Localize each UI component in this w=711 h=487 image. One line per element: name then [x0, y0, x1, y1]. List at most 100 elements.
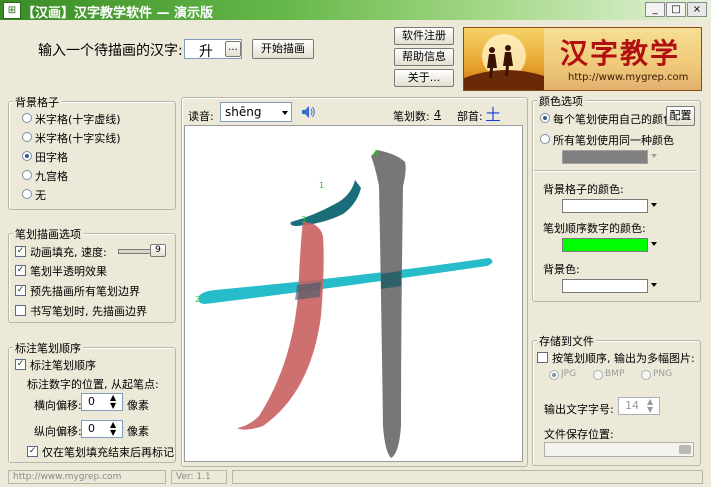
app-icon: ⊞: [3, 2, 21, 19]
grid-option-label: 米字格(十字实线): [35, 132, 121, 145]
reading-dropdown[interactable]: shēng: [220, 102, 292, 122]
same-color-swatch[interactable]: [562, 150, 648, 164]
grid-option-label: 田字格: [35, 151, 68, 164]
mark-position-label: 标注数字的位置, 从起笔点:: [27, 378, 159, 391]
semi-transparent-label: 笔划半透明效果: [30, 265, 107, 278]
spinner-arrows-icon[interactable]: ▲ ▼: [110, 394, 116, 410]
stroke-count-label: 笔划数:: [393, 110, 430, 123]
status-website: http://www.mygrep.com: [8, 470, 166, 484]
draw-border-first-label: 书写笔划时, 先描画边界: [30, 305, 147, 318]
reading-label: 读音:: [188, 110, 214, 123]
each-stroke-color-label: 每个笔划使用自己的颜色: [553, 113, 674, 126]
v-offset-value: 0: [88, 422, 95, 435]
bg-color-label: 背景色:: [543, 263, 580, 276]
v-offset-spinner[interactable]: 0 ▲ ▼: [81, 420, 123, 438]
stroke-2: [198, 258, 493, 304]
grid-option-radio[interactable]: [22, 151, 32, 161]
grid-option-label: 九宫格: [35, 170, 68, 183]
window-title: 【汉画】汉字教学软件 — 演示版: [22, 6, 214, 21]
multi-image-checkbox[interactable]: [537, 352, 548, 363]
character-strokes: 1 2 3 4: [195, 149, 493, 458]
v-offset-label: 纵向偏移:: [34, 425, 82, 438]
browse-button[interactable]: ...: [225, 41, 241, 57]
register-button[interactable]: 软件注册: [394, 27, 454, 45]
about-button[interactable]: 关于...: [394, 69, 454, 87]
char-input-label: 输入一个待描画的汉字:: [38, 43, 183, 59]
speed-value[interactable]: 9: [150, 244, 166, 257]
anim-fill-label: 动画填充, 速度:: [30, 246, 107, 259]
maximize-button[interactable]: □: [666, 2, 686, 17]
draw-border-first-checkbox[interactable]: [15, 305, 26, 316]
char-input-value: 升: [199, 44, 213, 60]
format-png-label: PNG: [653, 369, 673, 379]
grid-option-radio[interactable]: [22, 132, 32, 142]
divider: [534, 170, 697, 172]
format-png-radio[interactable]: [641, 370, 651, 380]
minimize-button[interactable]: _: [645, 2, 665, 17]
logo-banner: 汉字教学 http://www.mygrep.com: [463, 27, 702, 91]
logo-url: http://www.mygrep.com: [568, 72, 689, 83]
title-bar[interactable]: ⊞ 【汉画】汉字教学软件 — 演示版 _ □ ×: [0, 0, 711, 21]
grid-color-label: 背景格子的颜色:: [543, 183, 624, 196]
chevron-down-icon[interactable]: [651, 242, 657, 246]
bg-color-swatch[interactable]: [562, 279, 648, 293]
spinner-arrows-icon[interactable]: ▲ ▼: [110, 421, 116, 437]
chevron-down-icon[interactable]: [651, 154, 657, 158]
config-button[interactable]: 配置: [666, 106, 695, 126]
mark-after-fill-label: 仅在笔划填充结束后再标记: [42, 446, 174, 459]
color-options-title: 颜色选项: [537, 93, 585, 109]
stroke-3: [237, 222, 324, 430]
each-stroke-color-radio[interactable]: [540, 113, 550, 123]
grid-option-radio[interactable]: [22, 189, 32, 199]
grid-option-radio[interactable]: [22, 113, 32, 123]
font-size-label: 输出文字字号:: [544, 403, 614, 416]
stroke-number-3: 3: [301, 215, 306, 224]
h-offset-spinner[interactable]: 0 ▲ ▼: [81, 393, 123, 411]
grid-option-label: 无: [35, 189, 46, 202]
multi-image-label: 按笔划顺序, 输出为多幅图片:: [552, 352, 695, 365]
folder-icon[interactable]: [679, 445, 691, 454]
stroke-count-value: 4: [434, 108, 441, 121]
font-size-spinner[interactable]: 14 ▲ ▼: [618, 397, 660, 415]
stroke-overlap: [381, 271, 401, 289]
speaker-icon[interactable]: [300, 104, 316, 120]
reading-value: shēng: [225, 105, 262, 119]
same-color-radio[interactable]: [540, 134, 550, 144]
h-offset-unit: 像素: [127, 399, 149, 412]
radical-value: 十: [486, 107, 500, 123]
chevron-down-icon[interactable]: [651, 283, 657, 287]
chevron-down-icon: [282, 111, 288, 115]
status-version: Ver: 1.1: [171, 470, 227, 484]
stroke-number-1: 1: [319, 181, 324, 190]
logo-title: 汉字教学: [560, 37, 681, 70]
close-button[interactable]: ×: [687, 2, 707, 17]
format-jpg-radio[interactable]: [549, 370, 559, 380]
grid-option-radio[interactable]: [22, 170, 32, 180]
radical-label: 部首:: [457, 110, 483, 123]
char-input[interactable]: 升 ...: [184, 39, 242, 60]
format-jpg-label: JPG: [561, 369, 577, 379]
start-draw-button[interactable]: 开始描画: [252, 39, 314, 59]
spinner-arrows-icon[interactable]: ▲ ▼: [647, 398, 653, 414]
stroke-number-2: 2: [195, 295, 200, 304]
anim-fill-checkbox[interactable]: ✓: [15, 246, 26, 257]
help-button[interactable]: 帮助信息: [394, 48, 454, 66]
predraw-border-checkbox[interactable]: ✓: [15, 285, 26, 296]
h-offset-value: 0: [88, 395, 95, 408]
save-path-input[interactable]: [544, 442, 694, 457]
h-offset-label: 横向偏移:: [34, 399, 82, 412]
save-to-file-title: 存储到文件: [537, 333, 596, 349]
background-grid-title: 背景格子: [13, 94, 61, 110]
order-color-swatch[interactable]: [562, 238, 648, 252]
font-size-value: 14: [625, 399, 639, 412]
chevron-down-icon[interactable]: [651, 203, 657, 207]
order-color-label: 笔划顺序数字的颜色:: [543, 222, 646, 235]
mark-order-checkbox[interactable]: ✓: [15, 359, 26, 370]
stroke-order-title: 标注笔划顺序: [13, 340, 83, 356]
same-color-label: 所有笔划使用同一种颜色: [553, 134, 674, 147]
semi-transparent-checkbox[interactable]: ✓: [15, 265, 26, 276]
mark-after-fill-checkbox[interactable]: ✓: [27, 446, 38, 457]
grid-color-swatch[interactable]: [562, 199, 648, 213]
format-bmp-radio[interactable]: [593, 370, 603, 380]
drawing-canvas[interactable]: 1 2 3 4: [184, 125, 523, 462]
